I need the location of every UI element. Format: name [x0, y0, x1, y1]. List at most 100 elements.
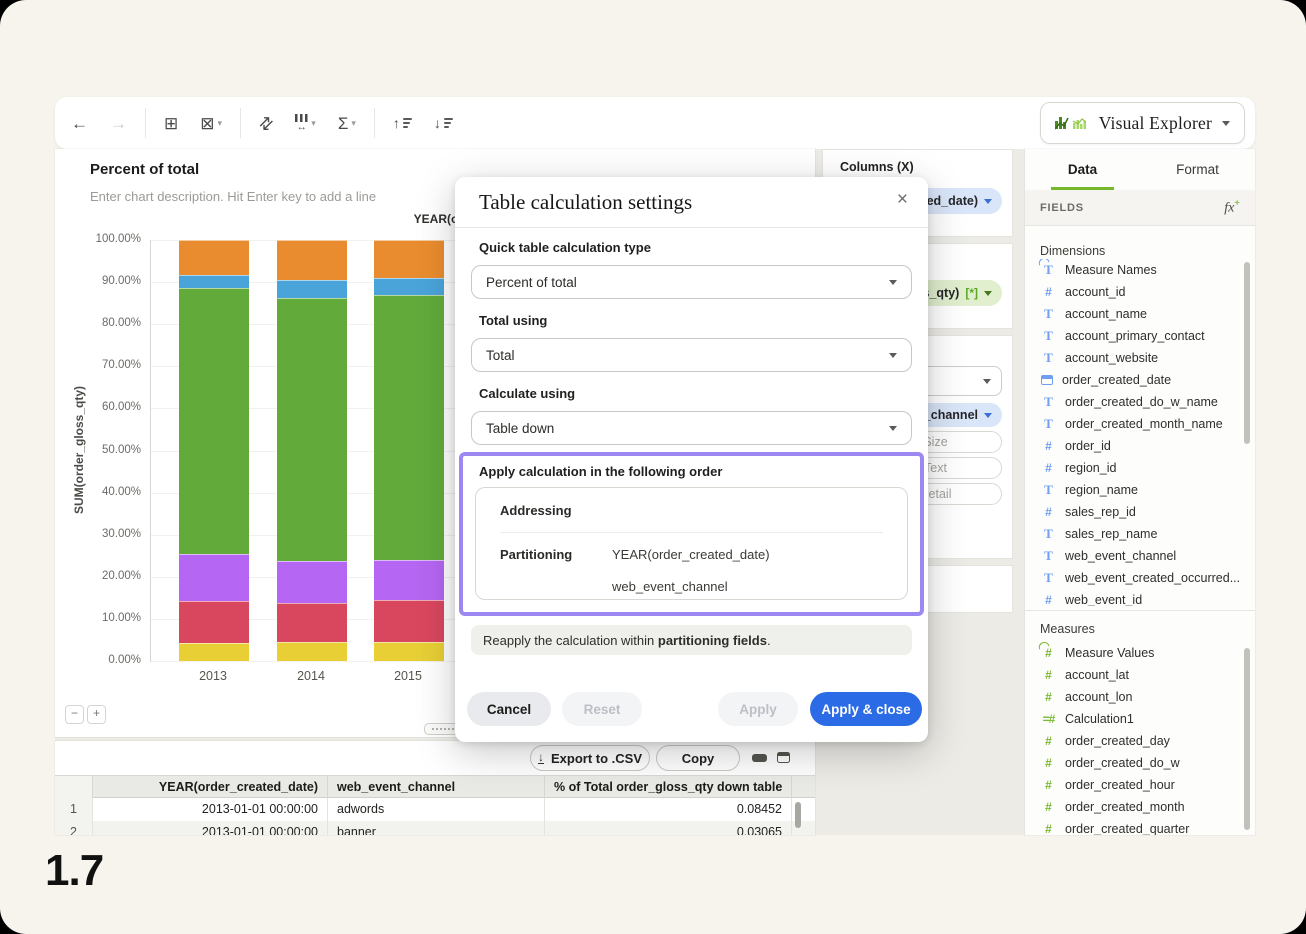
field-item-account-lon[interactable]: # account_lon: [1032, 686, 1244, 708]
field-item-order-created-do-w-name[interactable]: Torder_created_do_w_name: [1032, 391, 1244, 413]
field-item-region-name[interactable]: Tregion_name: [1032, 479, 1244, 501]
table-cell: 0.03065: [545, 821, 792, 835]
y-tick-label: 0.00%: [108, 654, 141, 666]
field-label: order_created_month: [1065, 800, 1185, 814]
apply-button[interactable]: Apply: [718, 692, 798, 726]
reset-button[interactable]: Reset: [562, 692, 642, 726]
bar-segment-orange[interactable]: [374, 240, 444, 278]
minimize-table-icon[interactable]: [752, 754, 767, 762]
redo-forward-icon[interactable]: →: [110, 115, 127, 132]
add-calculation-icon[interactable]: fx+: [1224, 198, 1240, 217]
bar-segment-yellow[interactable]: [374, 641, 444, 661]
sort-ascending-icon[interactable]: ↑: [393, 116, 412, 130]
export-csv-button[interactable]: ↓ Export to .CSV: [530, 745, 650, 771]
measure-values-icon: #: [1041, 646, 1056, 660]
bar-segment-blue[interactable]: [374, 277, 444, 295]
field-item-web-event-created-occurred-[interactable]: Tweb_event_created_occurred...: [1032, 567, 1244, 589]
field-item-web-event-channel[interactable]: Tweb_event_channel: [1032, 545, 1244, 567]
y-tick-label: 70.00%: [101, 359, 141, 372]
bar-segment-green[interactable]: [277, 297, 347, 562]
visual-explorer-icon: [1054, 117, 1087, 130]
swap-axes-icon[interactable]: ⇄: [254, 111, 278, 135]
dimensions-scrollbar[interactable]: [1244, 262, 1250, 444]
field-item-order-created-quarter[interactable]: # order_created_quarter: [1032, 818, 1244, 835]
field-item-order-created-day[interactable]: # order_created_day: [1032, 730, 1244, 752]
bar-segment-blue[interactable]: [179, 274, 249, 289]
apply-order-label: Apply calculation in the following order: [479, 464, 723, 479]
bar-width-caret-icon[interactable]: ▾: [311, 118, 316, 129]
field-item-account-name[interactable]: Taccount_name: [1032, 303, 1244, 325]
partitioning-field-1[interactable]: YEAR(order_created_date): [612, 547, 770, 562]
field-item-order-id[interactable]: # order_id: [1032, 435, 1244, 457]
chart-description-placeholder[interactable]: Enter chart description. Hit Enter key t…: [90, 189, 376, 204]
bar-segment-yellow[interactable]: [277, 642, 347, 661]
field-item-order-created-hour[interactable]: # order_created_hour: [1032, 774, 1244, 796]
fields-panel-tabs: Data Format: [1025, 149, 1255, 191]
field-label: web_event_channel: [1065, 549, 1177, 563]
stacked-bar-2014[interactable]: [277, 240, 347, 661]
bar-segment-blue[interactable]: [277, 280, 347, 298]
partitioning-field-2[interactable]: web_event_channel: [612, 579, 728, 594]
field-item-measure-values[interactable]: # Measure Values: [1032, 642, 1244, 664]
tab-format[interactable]: Format: [1140, 149, 1255, 190]
version-label: 1.7: [45, 846, 104, 895]
field-item-order-created-month-name[interactable]: Torder_created_month_name: [1032, 413, 1244, 435]
field-item-account-primary-contact[interactable]: Taccount_primary_contact: [1032, 325, 1244, 347]
bar-width-icon[interactable]: ↔: [295, 113, 309, 133]
field-item-order-created-do-w[interactable]: # order_created_do_w: [1032, 752, 1244, 774]
field-item-measure-names[interactable]: T Measure Names: [1032, 259, 1244, 281]
chart-title[interactable]: Percent of total: [90, 161, 199, 178]
bar-segment-red[interactable]: [179, 601, 249, 644]
field-item-sales-rep-id[interactable]: # sales_rep_id: [1032, 501, 1244, 523]
bar-segment-red[interactable]: [277, 603, 347, 643]
duplicate-chart-icon[interactable]: ⊞: [164, 115, 178, 132]
bar-segment-purple[interactable]: [179, 553, 249, 602]
bar-segment-purple[interactable]: [277, 561, 347, 604]
bar-segment-red[interactable]: [374, 600, 444, 642]
stacked-bar-2015[interactable]: [374, 240, 444, 661]
calculate-using-dropdown[interactable]: Table down: [471, 411, 912, 445]
table-scrollbar[interactable]: [795, 802, 801, 828]
field-item-web-event-id[interactable]: # web_event_id: [1032, 589, 1244, 606]
field-item-sales-rep-name[interactable]: Tsales_rep_name: [1032, 523, 1244, 545]
field-item-account-lat[interactable]: # account_lat: [1032, 664, 1244, 686]
field-item-account-website[interactable]: Taccount_website: [1032, 347, 1244, 369]
sort-desc-arrow: ↓: [433, 115, 441, 131]
copy-label: Copy: [681, 750, 715, 766]
zoom-out-button[interactable]: −: [65, 705, 84, 724]
remove-chart-icon[interactable]: ⊠: [200, 115, 214, 132]
bar-segment-yellow[interactable]: [179, 643, 249, 661]
copy-button[interactable]: Copy: [656, 745, 740, 771]
bar-segment-green[interactable]: [179, 288, 249, 554]
measures-scrollbar[interactable]: [1244, 648, 1250, 830]
aggregate-sigma-icon[interactable]: Σ: [338, 115, 349, 132]
field-item-order-created-date[interactable]: order_created_date: [1032, 369, 1244, 391]
bar-segment-purple[interactable]: [374, 559, 444, 601]
tab-data[interactable]: Data: [1025, 149, 1140, 190]
cancel-button[interactable]: Cancel: [467, 692, 551, 726]
bar-segment-orange[interactable]: [277, 240, 347, 281]
column-header: % of Total order_gloss_qty down table: [545, 776, 792, 799]
bar-segment-green[interactable]: [374, 294, 444, 560]
field-item-account-id[interactable]: # account_id: [1032, 281, 1244, 303]
apply-and-close-button[interactable]: Apply & close: [810, 692, 922, 726]
sort-descending-icon[interactable]: ↓: [434, 116, 453, 130]
y-tick-label: 60.00%: [101, 401, 141, 414]
field-item-order-created-month[interactable]: # order_created_month: [1032, 796, 1244, 818]
number-icon: #: [1045, 734, 1052, 748]
visual-explorer-switcher[interactable]: Visual Explorer: [1039, 102, 1245, 144]
aggregate-caret-icon[interactable]: ▾: [351, 118, 356, 129]
bar-segment-orange[interactable]: [179, 240, 249, 275]
total-using-dropdown[interactable]: Total: [471, 338, 912, 372]
zoom-in-button[interactable]: +: [87, 705, 106, 724]
undo-back-icon[interactable]: ←: [71, 115, 88, 132]
addressing-partitioning-divider: [500, 532, 883, 533]
field-label: order_created_hour: [1065, 778, 1175, 792]
field-item-region-id[interactable]: # region_id: [1032, 457, 1244, 479]
maximize-table-icon[interactable]: [777, 752, 790, 763]
quick-type-dropdown[interactable]: Percent of total: [471, 265, 912, 299]
close-icon[interactable]: ×: [897, 189, 908, 211]
stacked-bar-2013[interactable]: [179, 240, 249, 661]
field-item-calculation1[interactable]: =# Calculation1: [1032, 708, 1244, 730]
remove-chart-caret-icon[interactable]: ▾: [218, 118, 223, 129]
